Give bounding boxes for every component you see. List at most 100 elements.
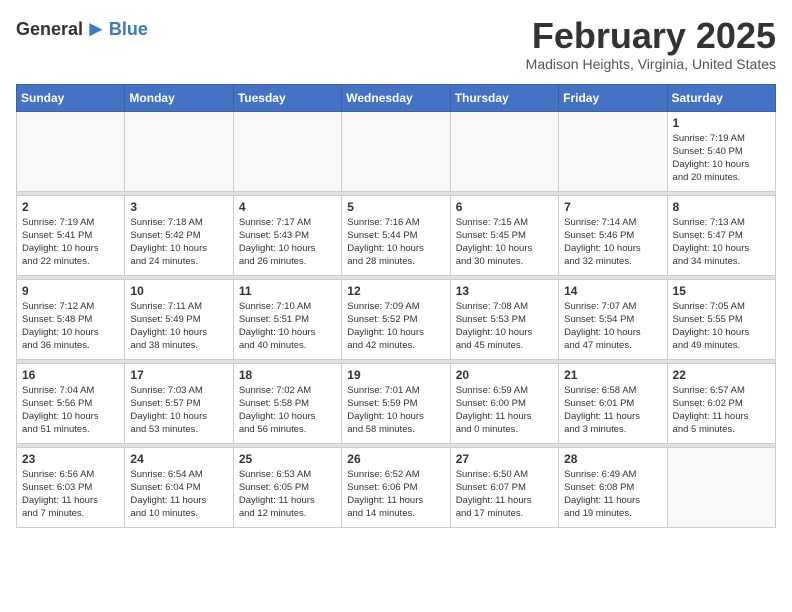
day-info: Sunrise: 7:14 AM Sunset: 5:46 PM Dayligh… [564,216,661,269]
calendar-cell [667,447,775,527]
calendar-cell [559,111,667,191]
calendar-cell: 4Sunrise: 7:17 AM Sunset: 5:43 PM Daylig… [233,195,341,275]
day-number: 2 [22,200,119,214]
calendar-cell: 7 Sunrise: 7:14 AM Sunset: 5:46 PM Daylig… [559,195,667,275]
calendar-cell: 9 Sunrise: 7:12 AM Sunset: 5:48 PM Daylig… [17,279,125,359]
day-number: 6 [456,200,553,214]
calendar-cell: 1 Sunrise: 7:19 AM Sunset: 5:40 PM Daylig… [667,111,775,191]
calendar-cell: 22 Sunrise: 6:57 AM Sunset: 6:02 PM Dayli… [667,363,775,443]
calendar-cell: 26 Sunrise: 6:52 AM Sunset: 6:06 PM Dayli… [342,447,450,527]
day-number: 27 [456,452,553,466]
day-info: Sunrise: 6:56 AM Sunset: 6:03 PM Dayligh… [22,468,119,521]
day-number: 20 [456,368,553,382]
day-info: Sunrise: 7:09 AM Sunset: 5:52 PM Dayligh… [347,300,444,353]
day-info: Sunrise: 7:19 AM Sunset: 5:41 PM Dayligh… [22,216,119,269]
logo-general-text: General [16,19,83,40]
calendar-week-row: 1 Sunrise: 7:19 AM Sunset: 5:40 PM Daylig… [17,111,776,191]
day-info: Sunrise: 7:19 AM Sunset: 5:40 PM Dayligh… [673,132,770,185]
day-number: 4 [239,200,336,214]
calendar-cell [233,111,341,191]
day-number: 22 [673,368,770,382]
day-number: 24 [130,452,227,466]
day-info: Sunrise: 6:59 AM Sunset: 6:00 PM Dayligh… [456,384,553,437]
day-number: 19 [347,368,444,382]
day-info: Sunrise: 7:03 AM Sunset: 5:57 PM Dayligh… [130,384,227,437]
day-info: Sunrise: 7:11 AM Sunset: 5:49 PM Dayligh… [130,300,227,353]
day-number: 12 [347,284,444,298]
day-number: 14 [564,284,661,298]
calendar-cell: 12 Sunrise: 7:09 AM Sunset: 5:52 PM Dayli… [342,279,450,359]
col-tuesday: Tuesday [233,84,341,111]
col-thursday: Thursday [450,84,558,111]
day-number: 11 [239,284,336,298]
day-number: 23 [22,452,119,466]
calendar-cell: 17 Sunrise: 7:03 AM Sunset: 5:57 PM Dayli… [125,363,233,443]
day-info: Sunrise: 6:49 AM Sunset: 6:08 PM Dayligh… [564,468,661,521]
day-number: 28 [564,452,661,466]
calendar-week-row: 2 Sunrise: 7:19 AM Sunset: 5:41 PM Daylig… [17,195,776,275]
calendar-cell [125,111,233,191]
day-number: 9 [22,284,119,298]
day-info: Sunrise: 6:52 AM Sunset: 6:06 PM Dayligh… [347,468,444,521]
calendar-header-row: Sunday Monday Tuesday Wednesday Thursday… [17,84,776,111]
day-number: 26 [347,452,444,466]
calendar-cell: 25 Sunrise: 6:53 AM Sunset: 6:05 PM Dayli… [233,447,341,527]
day-number: 13 [456,284,553,298]
calendar-cell [450,111,558,191]
day-number: 25 [239,452,336,466]
calendar-table: Sunday Monday Tuesday Wednesday Thursday… [16,84,776,528]
col-sunday: Sunday [17,84,125,111]
day-info: Sunrise: 7:05 AM Sunset: 5:55 PM Dayligh… [673,300,770,353]
calendar-cell: 21 Sunrise: 6:58 AM Sunset: 6:01 PM Dayli… [559,363,667,443]
day-number: 17 [130,368,227,382]
calendar-cell: 14Sunrise: 7:07 AM Sunset: 5:54 PM Dayli… [559,279,667,359]
logo-blue-text: Blue [109,19,148,40]
day-number: 21 [564,368,661,382]
day-number: 8 [673,200,770,214]
calendar-cell: 15Sunrise: 7:05 AM Sunset: 5:55 PM Dayli… [667,279,775,359]
day-info: Sunrise: 6:50 AM Sunset: 6:07 PM Dayligh… [456,468,553,521]
month-year-title: February 2025 [526,16,776,56]
calendar-cell: 2 Sunrise: 7:19 AM Sunset: 5:41 PM Daylig… [17,195,125,275]
col-saturday: Saturday [667,84,775,111]
day-info: Sunrise: 7:02 AM Sunset: 5:58 PM Dayligh… [239,384,336,437]
calendar-cell: 11 Sunrise: 7:10 AM Sunset: 5:51 PM Dayli… [233,279,341,359]
day-number: 7 [564,200,661,214]
day-info: Sunrise: 7:10 AM Sunset: 5:51 PM Dayligh… [239,300,336,353]
calendar-cell: 24 Sunrise: 6:54 AM Sunset: 6:04 PM Dayli… [125,447,233,527]
day-number: 18 [239,368,336,382]
calendar-cell [17,111,125,191]
day-number: 1 [673,116,770,130]
day-info: Sunrise: 7:01 AM Sunset: 5:59 PM Dayligh… [347,384,444,437]
day-info: Sunrise: 6:57 AM Sunset: 6:02 PM Dayligh… [673,384,770,437]
day-number: 10 [130,284,227,298]
calendar-cell: 28 Sunrise: 6:49 AM Sunset: 6:08 PM Dayli… [559,447,667,527]
logo: General ► Blue [16,16,148,42]
day-info: Sunrise: 6:53 AM Sunset: 6:05 PM Dayligh… [239,468,336,521]
calendar-cell: 10 Sunrise: 7:11 AM Sunset: 5:49 PM Dayli… [125,279,233,359]
calendar-cell: 13 Sunrise: 7:08 AM Sunset: 5:53 PM Dayli… [450,279,558,359]
logo-bird-icon: ► [85,16,107,42]
location-subtitle: Madison Heights, Virginia, United States [526,56,776,72]
day-info: Sunrise: 7:13 AM Sunset: 5:47 PM Dayligh… [673,216,770,269]
day-info: Sunrise: 7:08 AM Sunset: 5:53 PM Dayligh… [456,300,553,353]
day-info: Sunrise: 7:18 AM Sunset: 5:42 PM Dayligh… [130,216,227,269]
day-number: 16 [22,368,119,382]
day-info: Sunrise: 6:58 AM Sunset: 6:01 PM Dayligh… [564,384,661,437]
col-friday: Friday [559,84,667,111]
page-header: General ► Blue February 2025 Madison Hei… [16,16,776,72]
day-info: Sunrise: 6:54 AM Sunset: 6:04 PM Dayligh… [130,468,227,521]
calendar-week-row: 16 Sunrise: 7:04 AM Sunset: 5:56 PM Dayli… [17,363,776,443]
day-info: Sunrise: 7:04 AM Sunset: 5:56 PM Dayligh… [22,384,119,437]
title-block: February 2025 Madison Heights, Virginia,… [526,16,776,72]
calendar-cell: 27 Sunrise: 6:50 AM Sunset: 6:07 PM Dayli… [450,447,558,527]
calendar-cell: 23 Sunrise: 6:56 AM Sunset: 6:03 PM Dayli… [17,447,125,527]
calendar-cell: 5Sunrise: 7:16 AM Sunset: 5:44 PM Daylig… [342,195,450,275]
calendar-week-row: 23 Sunrise: 6:56 AM Sunset: 6:03 PM Dayli… [17,447,776,527]
calendar-cell: 18 Sunrise: 7:02 AM Sunset: 5:58 PM Dayli… [233,363,341,443]
calendar-week-row: 9 Sunrise: 7:12 AM Sunset: 5:48 PM Daylig… [17,279,776,359]
calendar-cell: 19 Sunrise: 7:01 AM Sunset: 5:59 PM Dayli… [342,363,450,443]
calendar-cell: 16 Sunrise: 7:04 AM Sunset: 5:56 PM Dayli… [17,363,125,443]
day-info: Sunrise: 7:12 AM Sunset: 5:48 PM Dayligh… [22,300,119,353]
day-info: Sunrise: 7:16 AM Sunset: 5:44 PM Dayligh… [347,216,444,269]
